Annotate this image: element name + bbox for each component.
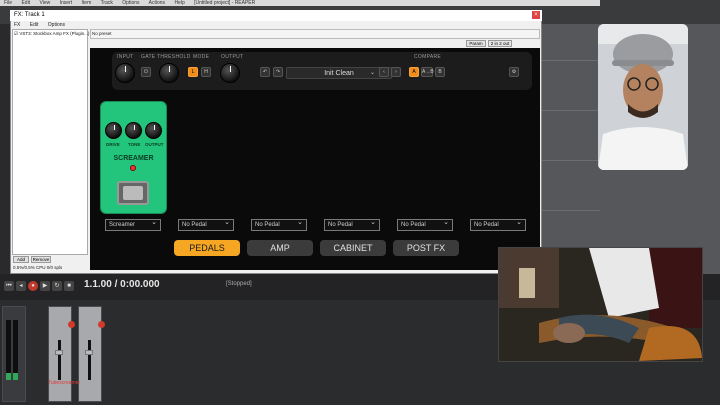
checkbox-icon[interactable]: ☑ bbox=[14, 31, 18, 36]
fx-menu-options[interactable]: Options bbox=[48, 22, 65, 28]
pedal-output-label: OUTPUT bbox=[145, 142, 164, 147]
menu-options[interactable]: Options bbox=[122, 0, 139, 6]
compare-label: COMPARE bbox=[414, 54, 442, 60]
output-label: OUTPUT bbox=[221, 54, 244, 60]
record-button[interactable]: ● bbox=[28, 281, 38, 291]
loop-button[interactable]: ↻ bbox=[52, 281, 62, 291]
menu-item[interactable]: Item bbox=[82, 0, 92, 6]
prev-preset-icon[interactable]: ‹ bbox=[379, 67, 389, 77]
next-preset-icon[interactable]: › bbox=[391, 67, 401, 77]
menu-actions[interactable]: Actions bbox=[149, 0, 165, 6]
go-to-start-button[interactable]: ⏮ bbox=[4, 281, 14, 291]
record-arm-button[interactable] bbox=[68, 321, 75, 328]
stop-button[interactable]: ■ bbox=[64, 281, 74, 291]
drive-label: DRIVE bbox=[106, 142, 120, 147]
skip-back-button[interactable]: ◂ bbox=[16, 281, 26, 291]
track-fader[interactable] bbox=[58, 340, 61, 380]
arrange-gridline bbox=[540, 110, 600, 111]
pedal-led-indicator bbox=[130, 165, 136, 171]
arrange-gridline bbox=[540, 210, 600, 211]
fx-chain-list[interactable] bbox=[12, 29, 88, 255]
daw-menubar: File Edit View Insert Item Track Options… bbox=[0, 0, 600, 6]
fx-list-item[interactable]: ☑ VST3: Stockbox Amp FX (Plugin...) bbox=[14, 31, 89, 37]
webcam-face-image bbox=[598, 24, 688, 170]
gate-label: GATE bbox=[141, 54, 156, 60]
input-label: INPUT bbox=[117, 54, 134, 60]
mixer-track-name: Tubescreamer bbox=[48, 380, 81, 386]
timecode-display: 1.1.00 / 0:00.000 bbox=[84, 279, 160, 290]
mode-high-button[interactable]: H bbox=[201, 67, 211, 77]
tab-amp[interactable]: AMP bbox=[247, 240, 313, 256]
tab-post-fx[interactable]: POST FX bbox=[393, 240, 459, 256]
play-button[interactable]: ▶ bbox=[40, 281, 50, 291]
remove-fx-button[interactable]: Remove bbox=[31, 256, 51, 263]
plugin-toolbar bbox=[90, 29, 540, 39]
fader-handle[interactable] bbox=[55, 350, 63, 355]
fader-handle[interactable] bbox=[85, 350, 93, 355]
footswitch[interactable] bbox=[117, 181, 149, 205]
gate-power-button[interactable]: ⏻ bbox=[141, 67, 151, 77]
pedal-output-knob[interactable] bbox=[145, 122, 162, 139]
fx-window-title: FX: Track 1 bbox=[10, 10, 542, 21]
tone-knob[interactable] bbox=[125, 122, 142, 139]
drive-knob[interactable] bbox=[105, 122, 122, 139]
add-fx-button[interactable]: Add bbox=[13, 256, 29, 263]
redo-icon[interactable]: ↷ bbox=[273, 67, 283, 77]
mode-label: MODE bbox=[193, 54, 210, 60]
tone-label: TONE bbox=[128, 142, 141, 147]
menu-insert[interactable]: Insert bbox=[60, 0, 73, 6]
mode-low-button[interactable]: L bbox=[188, 67, 198, 77]
menu-edit[interactable]: Edit bbox=[21, 0, 30, 6]
pedal-slot-3-select[interactable]: No Pedal bbox=[251, 218, 307, 231]
track-fader[interactable] bbox=[88, 340, 91, 380]
settings-gear-icon[interactable]: ⚙ bbox=[509, 67, 519, 77]
tab-cabinet[interactable]: CABINET bbox=[320, 240, 386, 256]
compare-copy-button[interactable]: A→B bbox=[421, 67, 434, 77]
master-meter-right bbox=[13, 320, 18, 380]
menu-track[interactable]: Track bbox=[101, 0, 113, 6]
webcam-overlay-guitar bbox=[498, 247, 703, 362]
menu-file[interactable]: File bbox=[4, 0, 12, 6]
close-icon[interactable]: × bbox=[532, 11, 540, 19]
webcam-guitar-image bbox=[499, 248, 702, 361]
master-meter-left bbox=[6, 320, 11, 380]
menu-help[interactable]: Help bbox=[174, 0, 184, 6]
pedal-slot-5-select[interactable]: No Pedal bbox=[397, 218, 453, 231]
threshold-knob[interactable] bbox=[159, 63, 179, 83]
cpu-usage: 0.5%/0.5% CPU 0/0 spls bbox=[13, 265, 63, 270]
io-button[interactable]: 2 in 2 out bbox=[488, 40, 512, 47]
pedal-slot-4-select[interactable]: No Pedal bbox=[324, 218, 380, 231]
tab-pedals[interactable]: PEDALS bbox=[174, 240, 240, 256]
pedal-slot-2-select[interactable]: No Pedal bbox=[178, 218, 234, 231]
menu-view[interactable]: View bbox=[39, 0, 50, 6]
fx-menu-fx[interactable]: FX bbox=[14, 22, 20, 28]
param-button[interactable]: Param bbox=[466, 40, 486, 47]
pedal-name: SCREAMER bbox=[113, 155, 154, 162]
arrange-gridline bbox=[540, 160, 600, 161]
compare-a-button[interactable]: A bbox=[409, 67, 419, 77]
chevron-down-icon[interactable]: ⌄ bbox=[370, 67, 375, 79]
pedal-slot-1-select[interactable]: Screamer bbox=[105, 218, 161, 231]
threshold-label: THRESHOLD bbox=[157, 54, 191, 60]
daw-project-title: [Untitled project] - REAPER bbox=[194, 0, 256, 6]
preset-selector[interactable]: Init Clean bbox=[286, 67, 392, 79]
output-knob[interactable] bbox=[220, 63, 240, 83]
compare-b-button[interactable]: B bbox=[435, 67, 445, 77]
pedal-slot-6-select[interactable]: No Pedal bbox=[470, 218, 526, 231]
fx-list-item-name: VST3: Stockbox Amp FX (Plugin...) bbox=[19, 31, 90, 36]
input-knob[interactable] bbox=[115, 63, 135, 83]
fx-menubar: FX Edit Options bbox=[10, 21, 542, 29]
preset-dropdown[interactable]: No preset bbox=[92, 31, 112, 36]
fx-menu-edit[interactable]: Edit bbox=[30, 22, 39, 28]
record-arm-button[interactable] bbox=[98, 321, 105, 328]
arrange-gridline bbox=[540, 60, 600, 61]
transport-status: [Stopped] bbox=[226, 281, 252, 287]
webcam-overlay-face bbox=[598, 24, 688, 170]
undo-icon[interactable]: ↶ bbox=[260, 67, 270, 77]
